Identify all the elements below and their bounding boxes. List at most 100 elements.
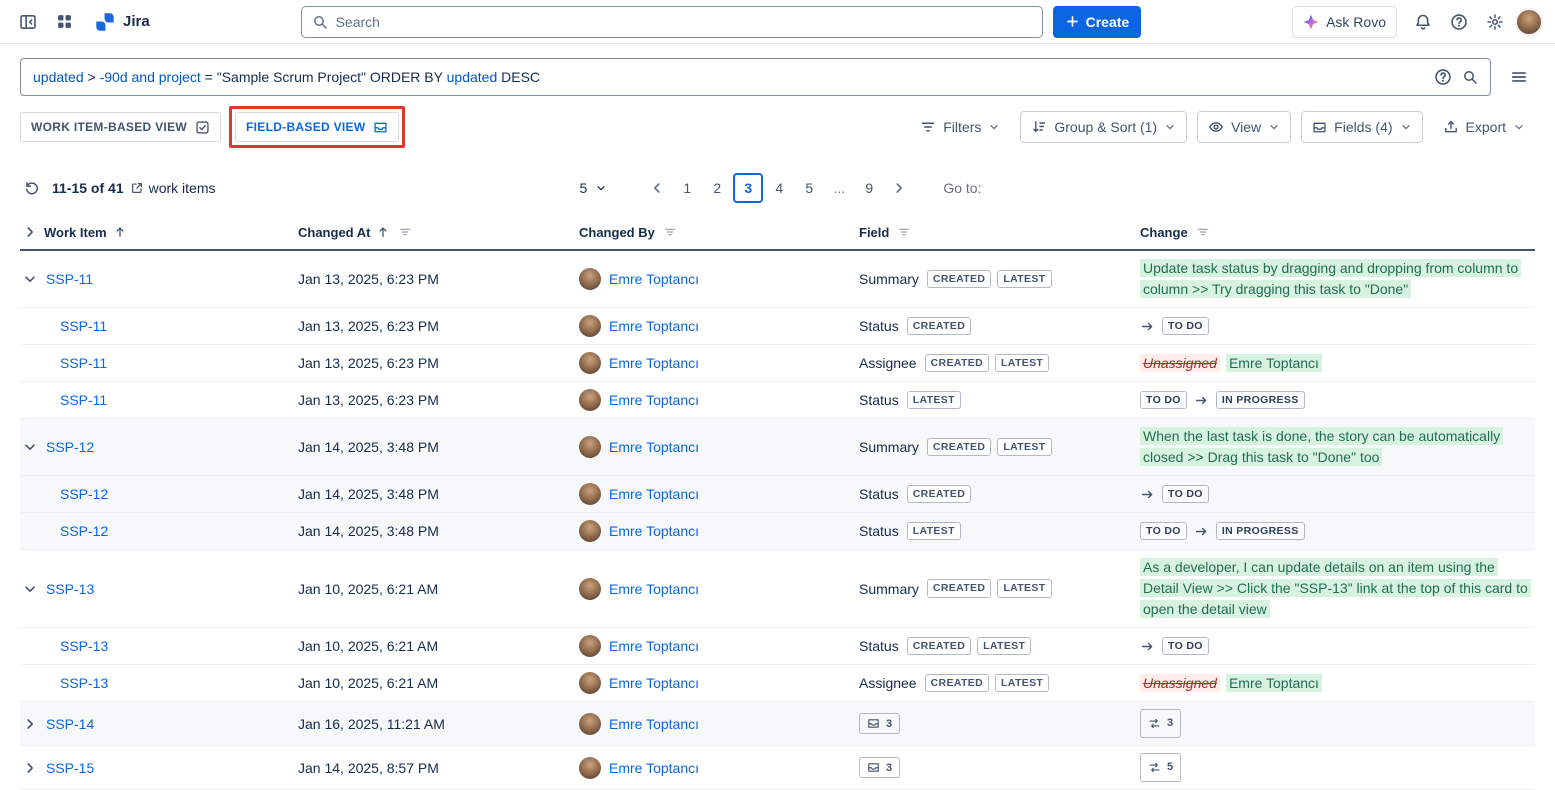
expand-all-icon[interactable] <box>22 224 38 240</box>
page-2-button[interactable]: 2 <box>703 173 731 203</box>
column-header-changed-by[interactable]: Changed By <box>579 224 859 240</box>
changed-by-link[interactable]: Emre Toptancı <box>609 760 699 776</box>
column-header-work-item[interactable]: Work Item <box>20 224 298 240</box>
table-row: SSP-11Jan 13, 2025, 6:23 PMEmre Toptancı… <box>20 382 1535 419</box>
changed-at-cell: Jan 10, 2025, 6:21 AM <box>298 581 579 597</box>
jql-search-icon[interactable] <box>1462 69 1478 85</box>
changed-at-cell: Jan 14, 2025, 3:48 PM <box>298 486 579 502</box>
changed-by-link[interactable]: Emre Toptancı <box>609 716 699 732</box>
collapse-row-icon[interactable] <box>22 581 38 597</box>
column-header-changed-at[interactable]: Changed At <box>298 224 579 240</box>
latest-badge: LATEST <box>997 438 1051 456</box>
jql-token: DESC <box>497 69 540 85</box>
changed-by-link[interactable]: Emre Toptancı <box>609 271 699 287</box>
page-4-button[interactable]: 4 <box>765 173 793 203</box>
expand-row-icon[interactable] <box>22 716 38 732</box>
view-button[interactable]: View <box>1197 111 1291 143</box>
app-name: Jira <box>123 13 150 30</box>
sort-asc-icon[interactable] <box>113 225 127 239</box>
column-header-change[interactable]: Change <box>1140 224 1535 240</box>
brand[interactable]: Jira <box>94 11 150 33</box>
table-row: SSP-13Jan 10, 2025, 6:21 AMEmre Toptancı… <box>20 665 1535 702</box>
work-item-based-view-button[interactable]: WORK ITEM-BASED VIEW <box>20 112 221 142</box>
work-item-link[interactable]: SSP-12 <box>60 523 108 539</box>
field-based-view-button[interactable]: FIELD-BASED VIEW <box>235 112 399 142</box>
column-filter-icon[interactable] <box>663 225 677 239</box>
refresh-button[interactable] <box>20 176 44 200</box>
page-1-button[interactable]: 1 <box>673 173 701 203</box>
changed-by-link[interactable]: Emre Toptancı <box>609 675 699 691</box>
page-5-button[interactable]: 5 <box>795 173 823 203</box>
latest-badge: LATEST <box>907 391 961 409</box>
global-search[interactable] <box>301 6 1043 38</box>
created-badge: CREATED <box>925 674 989 692</box>
changed-by-link[interactable]: Emre Toptancı <box>609 355 699 371</box>
group-sort-button[interactable]: Group & Sort (1) <box>1020 111 1187 143</box>
changed-by-link[interactable]: Emre Toptancı <box>609 439 699 455</box>
search-input[interactable] <box>336 14 1032 30</box>
jql-input[interactable]: updated > -90d and project = "Sample Scr… <box>20 58 1491 96</box>
swap-icon <box>1148 717 1161 730</box>
sidebar-toggle-button[interactable] <box>12 6 44 38</box>
status-chip-to: TO DO <box>1162 317 1209 335</box>
collapse-row-icon[interactable] <box>22 439 38 455</box>
annotation-highlight-box: FIELD-BASED VIEW <box>229 106 405 148</box>
work-item-link[interactable]: SSP-13 <box>60 638 108 654</box>
work-item-link[interactable]: SSP-15 <box>46 760 94 776</box>
changed-at-cell: Jan 14, 2025, 3:48 PM <box>298 523 579 539</box>
changed-by-link[interactable]: Emre Toptancı <box>609 638 699 654</box>
filters-button[interactable]: Filters <box>910 111 1010 143</box>
column-filter-icon[interactable] <box>897 225 911 239</box>
change-cell: 5 <box>1140 753 1535 782</box>
notifications-button[interactable] <box>1407 6 1439 38</box>
toolbar: WORK ITEM-BASED VIEW FIELD-BASED VIEW Fi… <box>20 106 1535 148</box>
next-page-button[interactable] <box>885 173 913 203</box>
prev-page-button[interactable] <box>643 173 671 203</box>
column-header-field[interactable]: Field <box>859 224 1140 240</box>
avatar <box>579 578 601 600</box>
page-9-button[interactable]: 9 <box>855 173 883 203</box>
work-item-link[interactable]: SSP-13 <box>46 581 94 597</box>
work-item-link[interactable]: SSP-11 <box>60 355 107 371</box>
changed-at-cell: Jan 13, 2025, 6:23 PM <box>298 355 579 371</box>
changed-by-cell: Emre Toptancı <box>579 713 859 735</box>
work-item-link[interactable]: SSP-11 <box>60 392 107 408</box>
jql-text: updated > -90d and project = "Sample Scr… <box>33 69 1424 85</box>
ask-rovo-button[interactable]: Ask Rovo <box>1292 6 1397 38</box>
create-button[interactable]: Create <box>1053 6 1142 38</box>
collapse-row-icon[interactable] <box>22 271 38 287</box>
field-cell: 3 <box>859 757 1140 778</box>
help-button[interactable] <box>1443 6 1475 38</box>
settings-button[interactable] <box>1479 6 1511 38</box>
column-label: Work Item <box>44 225 107 240</box>
table-header: Work Item Changed At Changed By Field Ch… <box>20 220 1535 251</box>
changed-by-link[interactable]: Emre Toptancı <box>609 318 699 334</box>
arrow-right-icon <box>1194 524 1209 539</box>
fields-button[interactable]: Fields (4) <box>1301 111 1422 143</box>
column-filter-icon[interactable] <box>398 225 412 239</box>
external-link-icon[interactable] <box>130 181 144 195</box>
column-filter-icon[interactable] <box>1196 225 1210 239</box>
export-button[interactable]: Export <box>1433 111 1535 143</box>
changed-by-link[interactable]: Emre Toptancı <box>609 392 699 408</box>
work-item-link[interactable]: SSP-14 <box>46 716 94 732</box>
changed-by-link[interactable]: Emre Toptancı <box>609 486 699 502</box>
avatar <box>579 352 601 374</box>
app-switcher-button[interactable] <box>48 6 80 38</box>
page-3-button[interactable]: 3 <box>733 173 763 203</box>
changed-by-link[interactable]: Emre Toptancı <box>609 523 699 539</box>
changed-by-link[interactable]: Emre Toptancı <box>609 581 699 597</box>
work-item-link[interactable]: SSP-12 <box>60 486 108 502</box>
jql-menu-button[interactable] <box>1503 61 1535 93</box>
profile-button[interactable] <box>1515 8 1543 36</box>
sort-asc-icon[interactable] <box>376 225 390 239</box>
avatar <box>579 389 601 411</box>
expand-row-icon[interactable] <box>22 760 38 776</box>
work-item-link[interactable]: SSP-13 <box>60 675 108 691</box>
work-item-link[interactable]: SSP-12 <box>46 439 94 455</box>
page-size-select[interactable]: 5 <box>574 176 614 200</box>
work-item-link[interactable]: SSP-11 <box>46 271 93 287</box>
jql-help-icon[interactable] <box>1434 68 1452 86</box>
work-item-link[interactable]: SSP-11 <box>60 318 107 334</box>
field-cell: AssigneeCREATEDLATEST <box>859 674 1140 692</box>
